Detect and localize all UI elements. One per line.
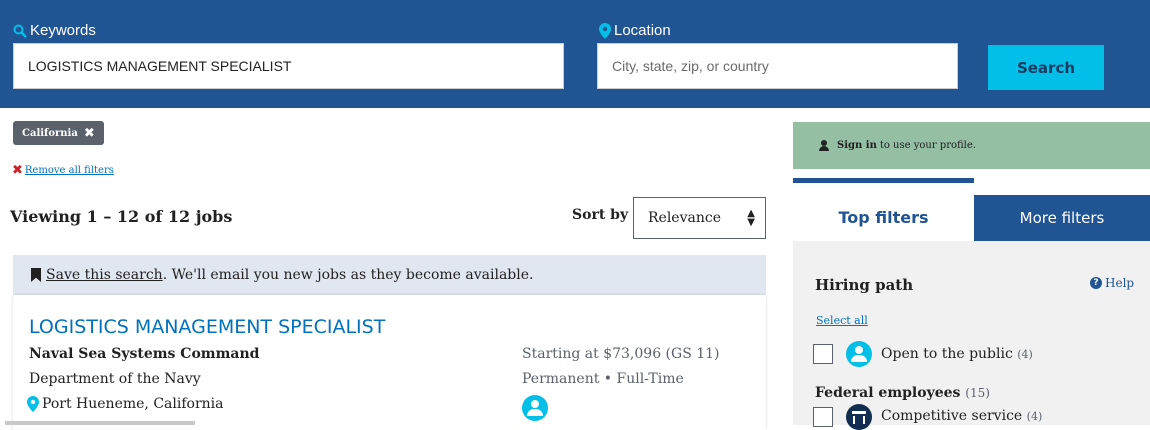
select-caret-icon: ▲ ▼ <box>747 208 755 228</box>
active-tab-indicator <box>793 178 974 183</box>
job-work-type: Permanent • Full-Time <box>522 371 684 387</box>
location-label: Location <box>599 22 671 39</box>
filter-chip-label: California <box>22 127 78 139</box>
location-label-text: Location <box>614 22 671 39</box>
option-competitive-service[interactable]: Competitive service (4) <box>881 408 1042 424</box>
bookmark-icon <box>31 268 41 282</box>
open-to-public-icon <box>846 341 872 367</box>
search-button[interactable]: Search <box>988 45 1104 90</box>
job-agency: Naval Sea Systems Command <box>29 346 260 362</box>
sort-label: Sort by <box>572 207 629 223</box>
sort-select-value: Relevance <box>648 210 721 226</box>
help-text: Help <box>1105 276 1135 290</box>
close-icon[interactable]: ✖ <box>84 126 95 141</box>
select-all-link[interactable]: Select all <box>816 314 868 327</box>
job-title-link[interactable]: LOGISTICS MANAGEMENT SPECIALIST <box>29 316 385 338</box>
location-input[interactable]: City, state, zip, or country <box>597 43 958 89</box>
signin-banner: Sign in to use your profile. <box>793 122 1150 169</box>
save-search-bar: Save this search . We'll email you new j… <box>13 255 766 295</box>
tab-top-filters[interactable]: Top filters <box>793 195 974 240</box>
horizontal-scrollbar[interactable] <box>5 421 195 425</box>
help-icon: ? <box>1090 277 1102 289</box>
save-search-link[interactable]: Save this search <box>46 267 163 283</box>
federal-employees-label: Federal employees <box>815 385 961 401</box>
filter-chip-california[interactable]: California ✖ <box>13 121 104 145</box>
open-to-public-icon <box>522 395 548 421</box>
remove-icon: ✖ <box>12 163 23 178</box>
job-salary: Starting at $73,096 (GS 11) <box>522 346 720 362</box>
remove-all-filters-link[interactable]: Remove all filters <box>25 165 114 176</box>
location-pin-icon <box>599 22 611 39</box>
signin-text: to use your profile. <box>879 140 976 151</box>
job-department: Department of the Navy <box>29 371 201 387</box>
option-open-to-public[interactable]: Open to the public (4) <box>881 346 1033 362</box>
job-location-text: Port Hueneme, California <box>42 396 224 412</box>
tab-more-filters[interactable]: More filters <box>974 195 1150 241</box>
competitive-service-icon <box>846 404 872 430</box>
sort-select[interactable]: Relevance ▲ ▼ <box>633 197 766 239</box>
federal-employees-count: (15) <box>965 386 990 400</box>
option-competitive-service-count: (4) <box>1026 410 1043 423</box>
keywords-label: Keywords <box>13 22 96 39</box>
keywords-input[interactable]: LOGISTICS MANAGEMENT SPECIALIST <box>13 43 564 89</box>
option-open-to-public-count: (4) <box>1017 348 1033 361</box>
federal-employees-heading: Federal employees (15) <box>815 385 990 401</box>
job-location: Port Hueneme, California <box>27 396 223 412</box>
results-count: Viewing 1 – 12 of 12 jobs <box>10 207 233 226</box>
help-link[interactable]: ? Help <box>1090 276 1134 290</box>
option-open-to-public-label: Open to the public <box>881 346 1013 362</box>
hiring-path-heading: Hiring path <box>815 276 914 294</box>
search-icon <box>13 24 27 38</box>
save-search-text: . We'll email you new jobs as they becom… <box>162 267 534 283</box>
keywords-label-text: Keywords <box>30 22 96 39</box>
signin-link[interactable]: Sign in <box>837 140 877 151</box>
option-competitive-service-label: Competitive service <box>881 408 1023 424</box>
location-pin-icon <box>27 396 39 412</box>
person-icon <box>819 140 829 151</box>
remove-all-filters[interactable]: ✖ Remove all filters <box>12 163 114 178</box>
checkbox-competitive-service[interactable] <box>813 407 833 427</box>
checkbox-open-to-public[interactable] <box>813 344 833 364</box>
